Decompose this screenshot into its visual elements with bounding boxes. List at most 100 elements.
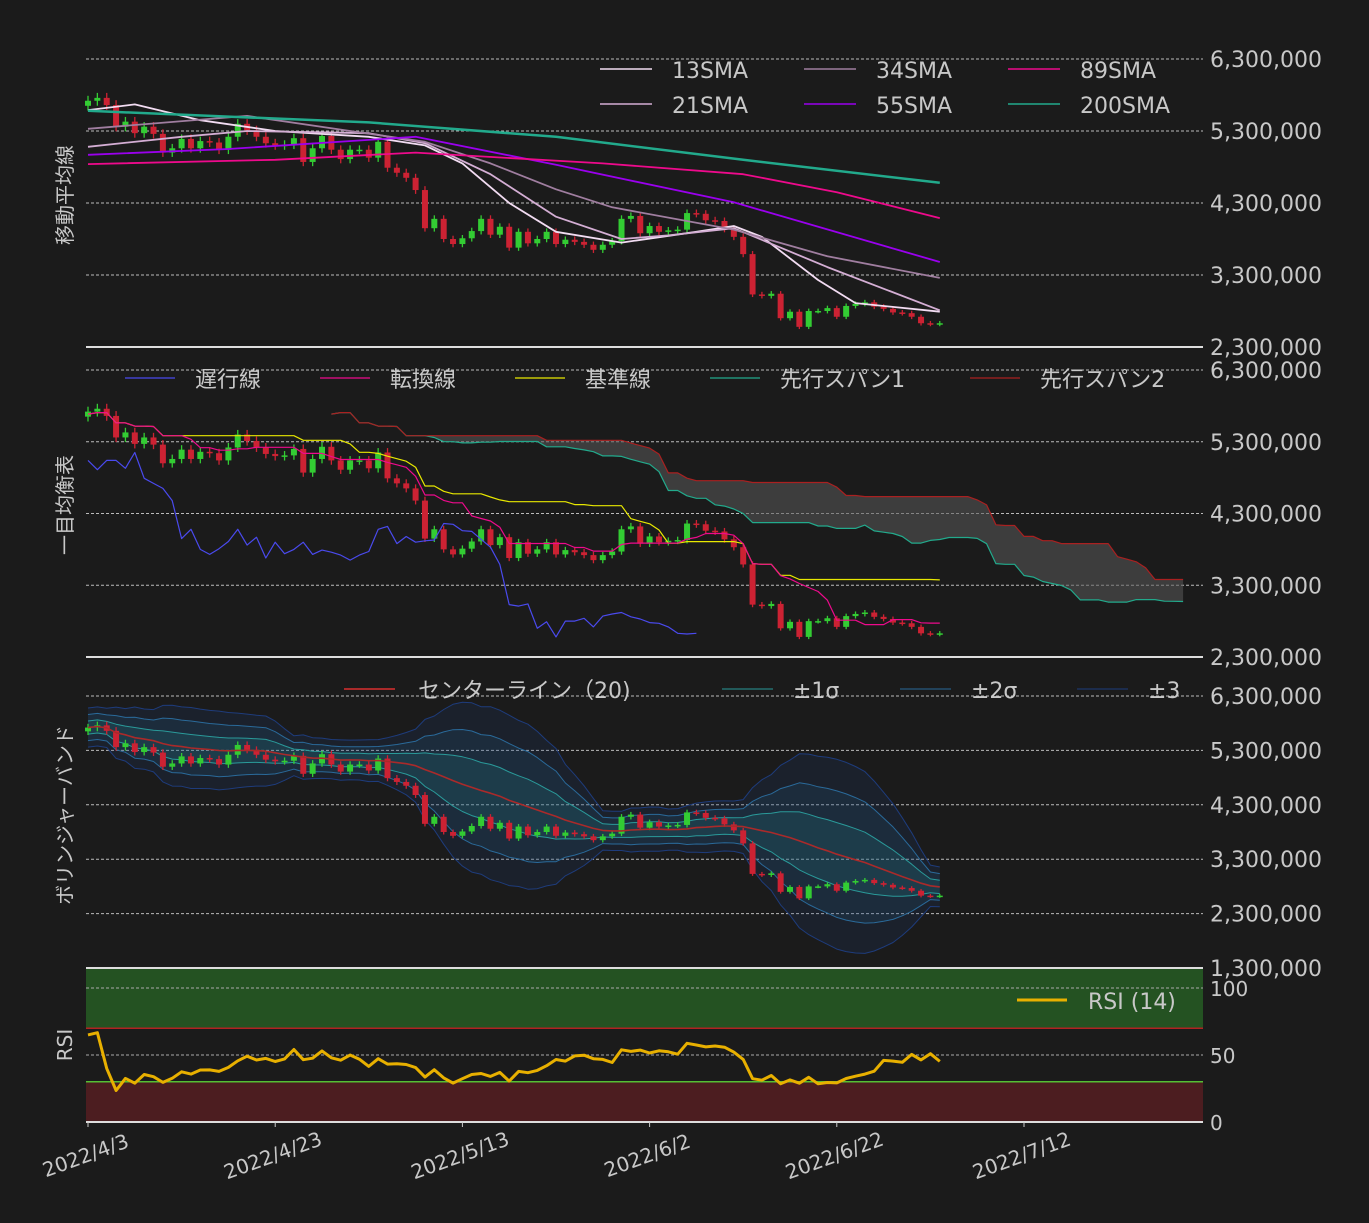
candle-body bbox=[693, 213, 700, 215]
candle-body bbox=[412, 488, 419, 501]
candle-body bbox=[141, 437, 148, 444]
candle-body bbox=[337, 460, 344, 470]
candle-body bbox=[599, 836, 606, 841]
candle-body bbox=[787, 311, 793, 319]
candle-body bbox=[712, 530, 719, 533]
candle-body bbox=[918, 626, 925, 634]
candle-body bbox=[590, 244, 597, 250]
candle-body bbox=[103, 97, 110, 106]
candle-body bbox=[824, 884, 831, 887]
candle-body bbox=[674, 540, 681, 542]
candle-body bbox=[393, 478, 400, 484]
candle-body bbox=[702, 524, 709, 531]
candle-body bbox=[524, 231, 531, 244]
candle-body bbox=[590, 836, 597, 841]
candle-body bbox=[777, 293, 784, 319]
candle-body bbox=[234, 434, 241, 448]
candle bbox=[421, 792, 428, 827]
candle-body bbox=[131, 432, 138, 444]
candle-body bbox=[122, 743, 129, 748]
candle-body bbox=[796, 621, 803, 637]
y-tick-label: 0 bbox=[1210, 1111, 1223, 1135]
candle bbox=[796, 885, 803, 901]
candle-body bbox=[421, 500, 428, 539]
candle-body bbox=[787, 621, 793, 629]
candle-body bbox=[730, 539, 737, 548]
candle-body bbox=[450, 549, 457, 555]
candle-body bbox=[412, 177, 419, 191]
candle-body bbox=[524, 826, 531, 836]
candle-body bbox=[665, 825, 672, 827]
candle-body bbox=[768, 293, 775, 296]
candle bbox=[618, 525, 625, 555]
candle-body bbox=[309, 458, 316, 473]
candle-body bbox=[262, 447, 269, 454]
legend-label: ±2σ bbox=[971, 679, 1017, 704]
candle-body bbox=[553, 231, 559, 245]
candle-body bbox=[805, 311, 812, 327]
candle bbox=[749, 561, 756, 608]
candle-body bbox=[796, 311, 803, 327]
candle-body bbox=[684, 812, 691, 825]
candle-body bbox=[824, 618, 831, 622]
candle-body bbox=[815, 886, 822, 888]
candle-body bbox=[478, 218, 485, 232]
legend-label: 基準線 bbox=[585, 368, 651, 393]
legend-label: 13SMA bbox=[672, 59, 748, 84]
candle-body bbox=[927, 323, 934, 325]
legend-label: ±1σ bbox=[793, 679, 839, 704]
candle-body bbox=[216, 453, 223, 461]
candle-body bbox=[721, 818, 728, 825]
candle bbox=[777, 291, 784, 321]
candle-body bbox=[861, 879, 868, 882]
candle-body bbox=[440, 218, 447, 239]
legend-label: 転換線 bbox=[390, 368, 456, 393]
candle-body bbox=[824, 308, 831, 311]
candle-body bbox=[562, 239, 569, 245]
candle-body bbox=[393, 778, 400, 782]
candle-body bbox=[244, 744, 251, 750]
candle-body bbox=[712, 220, 719, 222]
candle-body bbox=[684, 523, 691, 541]
candle-body bbox=[515, 231, 522, 248]
candle-body bbox=[131, 121, 138, 134]
candle-body bbox=[412, 785, 419, 796]
candle-body bbox=[805, 886, 812, 899]
y-tick-label: 5,300,000 bbox=[1210, 120, 1322, 145]
candle-body bbox=[936, 323, 943, 325]
legend-label: RSI (14) bbox=[1088, 990, 1176, 1015]
y-tick-label: 4,300,000 bbox=[1210, 794, 1322, 819]
candle bbox=[421, 186, 428, 232]
candle-body bbox=[337, 764, 344, 772]
candle-body bbox=[768, 603, 775, 607]
candle bbox=[506, 533, 513, 562]
candle-body bbox=[216, 759, 223, 765]
candle-body bbox=[777, 603, 784, 629]
candle-body bbox=[777, 873, 784, 892]
candle bbox=[637, 811, 644, 831]
candle-body bbox=[487, 529, 494, 546]
legend-label: ±3 bbox=[1148, 679, 1180, 704]
candle-body bbox=[712, 817, 719, 820]
legend-label: 55SMA bbox=[876, 94, 952, 119]
candle bbox=[506, 223, 513, 251]
candle-body bbox=[637, 215, 644, 234]
candle-body bbox=[431, 816, 438, 824]
rsi-oversold-zone bbox=[86, 1081, 1203, 1122]
candle-body bbox=[618, 529, 625, 552]
candle-body bbox=[899, 887, 906, 889]
candle-body bbox=[730, 824, 737, 831]
candle-body bbox=[889, 308, 896, 313]
candle-body bbox=[94, 97, 101, 101]
candle-body bbox=[365, 460, 372, 469]
candle bbox=[421, 496, 428, 543]
candle-body bbox=[740, 830, 747, 844]
candle-body bbox=[150, 437, 157, 445]
candle-body bbox=[815, 621, 822, 623]
candle-body bbox=[880, 616, 887, 619]
candle bbox=[805, 884, 812, 901]
candle-body bbox=[253, 441, 260, 448]
y-tick-label: 2,300,000 bbox=[1210, 646, 1322, 671]
y-tick-label: 2,300,000 bbox=[1210, 903, 1322, 928]
candle-body bbox=[487, 816, 494, 829]
